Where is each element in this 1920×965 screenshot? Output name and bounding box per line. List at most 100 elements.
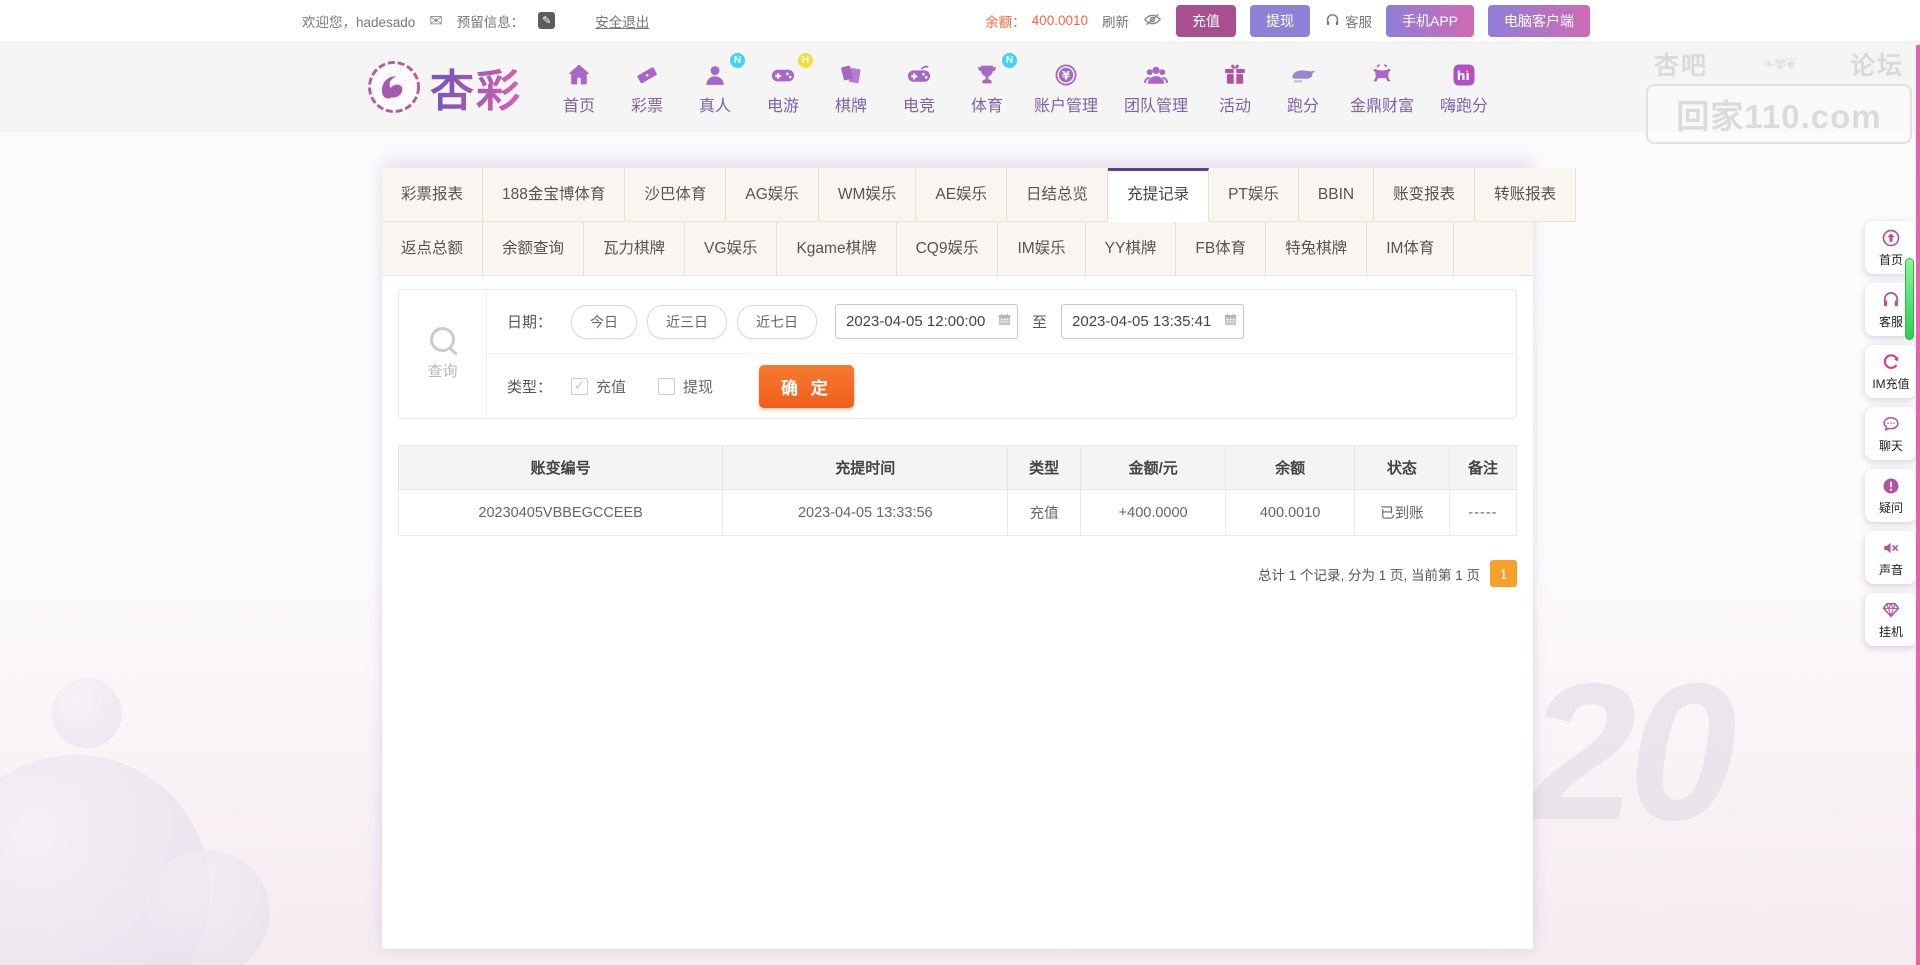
welcome-text: 欢迎您，hadesado xyxy=(302,11,415,31)
nav-item-account[interactable]: ¥ 账户管理 xyxy=(1034,59,1098,116)
calendar-icon[interactable] xyxy=(997,312,1012,332)
nav-item-lottery[interactable]: 彩票 xyxy=(626,59,668,116)
tab-item[interactable]: PT娱乐 xyxy=(1209,168,1299,222)
type-option-deposit[interactable]: 充值 xyxy=(571,376,626,397)
records-table: 账变编号 充提时间 类型 金额/元 余额 状态 备注 20230405VBBEG… xyxy=(398,445,1517,536)
cell-change-id: 20230405VBBEGCCEEB xyxy=(399,490,723,536)
topbar: 欢迎您，hadesado ✉ 预留信息： ✎ 安全退出 余额： 400.0010… xyxy=(0,0,1920,42)
tab-item[interactable]: VG娱乐 xyxy=(685,222,777,276)
nav-item-activity[interactable]: 活动 xyxy=(1214,59,1256,116)
gamepad-icon xyxy=(768,59,798,89)
nav-item-live[interactable]: N 真人 xyxy=(694,59,736,116)
lottery-ticket-icon xyxy=(632,59,662,89)
tab-item[interactable]: 彩票报表 xyxy=(382,168,483,222)
col-header-remark: 备注 xyxy=(1449,446,1516,490)
nav-item-home[interactable]: 首页 xyxy=(558,59,600,116)
nav-item-team[interactable]: 团队管理 xyxy=(1124,59,1188,116)
tab-item[interactable]: IM体育 xyxy=(1367,222,1454,276)
gift-icon xyxy=(1220,59,1250,89)
live-person-icon xyxy=(700,59,730,89)
quick-range-3days-button[interactable]: 近三日 xyxy=(647,305,727,339)
logo-text: 杏彩 xyxy=(430,55,522,119)
tab-item[interactable]: 返点总额 xyxy=(382,222,483,276)
side-item-afk[interactable]: 挂机 xyxy=(1865,593,1917,646)
tab-item[interactable]: AE娱乐 xyxy=(916,168,1007,222)
query-label: 查询 xyxy=(427,360,457,381)
tab-item[interactable]: CQ9娱乐 xyxy=(897,222,999,276)
tab-item[interactable]: 日结总览 xyxy=(1007,168,1108,222)
balance-value: 400.0010 xyxy=(1032,13,1088,28)
pc-client-button[interactable]: 电脑客户端 xyxy=(1488,5,1590,37)
quick-range-7days-button[interactable]: 近七日 xyxy=(737,305,817,339)
side-item-chat[interactable]: 聊天 xyxy=(1865,407,1917,460)
side-item-im-recharge[interactable]: IM充值 xyxy=(1865,345,1917,398)
tab-item[interactable]: FB体育 xyxy=(1176,222,1266,276)
type-label: 类型： xyxy=(507,376,561,397)
tab-item[interactable]: IM娱乐 xyxy=(998,222,1085,276)
eye-off-icon[interactable] xyxy=(1143,10,1162,32)
tab-item[interactable]: 瓦力棋牌 xyxy=(584,222,685,276)
tab-deposit-withdraw-records-active[interactable]: 充提记录 xyxy=(1108,168,1209,222)
tab-item[interactable]: BBIN xyxy=(1299,168,1374,222)
tab-item[interactable]: 特兔棋牌 xyxy=(1266,222,1367,276)
col-header-status: 状态 xyxy=(1354,446,1449,490)
nav-item-sports[interactable]: N 体育 xyxy=(966,59,1008,116)
nav-item-cards[interactable]: 棋牌 xyxy=(830,59,872,116)
esports-gamepad-icon xyxy=(904,59,934,89)
main-nav: 杏彩 首页 彩票 N 真人 H 电游 xyxy=(0,42,1920,132)
tab-item[interactable]: Kgame棋牌 xyxy=(777,222,896,276)
decor-ball xyxy=(145,850,270,965)
rhino-logo-icon xyxy=(1288,59,1318,89)
withdraw-button[interactable]: 提现 xyxy=(1250,5,1310,37)
cell-type: 充值 xyxy=(1008,490,1081,536)
date-from-input[interactable] xyxy=(835,304,1018,339)
withdraw-checkbox[interactable] xyxy=(658,378,675,395)
nav-item-wealth[interactable]: 金鼎财富 xyxy=(1350,59,1414,116)
page-1-button[interactable]: 1 xyxy=(1490,560,1517,587)
home-icon xyxy=(564,59,594,89)
tab-item[interactable]: 余额查询 xyxy=(483,222,584,276)
mobile-app-button[interactable]: 手机APP xyxy=(1386,5,1474,37)
mail-icon[interactable]: ✉ xyxy=(429,11,442,31)
refresh-link[interactable]: 刷新 xyxy=(1102,11,1129,31)
tab-item[interactable]: AG娱乐 xyxy=(726,168,818,222)
tab-item[interactable]: 账变报表 xyxy=(1374,168,1475,222)
deposit-checkbox[interactable] xyxy=(571,378,588,395)
flourish-ornament: ❧✾❦ xyxy=(1762,54,1796,74)
nav-item-esports[interactable]: 电竞 xyxy=(898,59,940,116)
nav-item-paofen[interactable]: 跑分 xyxy=(1282,59,1324,116)
mute-speaker-icon xyxy=(1881,538,1901,558)
nav-item-hipaofen[interactable]: hi 嗨跑分 xyxy=(1440,59,1488,116)
side-item-sound[interactable]: 声音 xyxy=(1865,531,1917,584)
side-item-question[interactable]: 疑问 xyxy=(1865,469,1917,522)
deposit-button[interactable]: 充值 xyxy=(1176,5,1236,37)
filter-box: 查询 日期： 今日 近三日 近七日 至 xyxy=(398,289,1517,419)
tab-item[interactable]: 188金宝博体育 xyxy=(483,168,625,222)
type-option-withdraw[interactable]: 提现 xyxy=(658,376,713,397)
cell-status: 已到账 xyxy=(1354,490,1449,536)
tabs-row-2: 返点总额 余额查询 瓦力棋牌 VG娱乐 Kgame棋牌 CQ9娱乐 IM娱乐 Y… xyxy=(382,222,1533,276)
tab-item[interactable]: WM娱乐 xyxy=(819,168,917,222)
confirm-button[interactable]: 确 定 xyxy=(759,365,854,408)
logout-link[interactable]: 安全退出 xyxy=(595,11,649,31)
table-row: 20230405VBBEGCCEEB 2023-04-05 13:33:56 充… xyxy=(399,490,1517,536)
watermark-domain: 回家110.com xyxy=(1646,84,1912,144)
tab-item[interactable]: YY棋牌 xyxy=(1086,222,1177,276)
nav-item-egame[interactable]: H 电游 xyxy=(762,59,804,116)
balance-label: 余额： xyxy=(985,11,1026,31)
site-logo[interactable]: 杏彩 xyxy=(366,55,522,119)
tab-item[interactable]: 沙巴体育 xyxy=(625,168,726,222)
tab-item[interactable]: 转账报表 xyxy=(1475,168,1576,222)
date-to-input[interactable] xyxy=(1061,304,1244,339)
trophy-icon xyxy=(972,59,1002,89)
calendar-icon[interactable] xyxy=(1223,312,1238,332)
service-link[interactable]: 客服 xyxy=(1324,11,1372,31)
edit-pencil-icon[interactable]: ✎ xyxy=(538,12,555,29)
query-side: 查询 xyxy=(399,290,487,418)
svg-text:¥: ¥ xyxy=(1062,68,1070,82)
scrollbar-thumb[interactable] xyxy=(1905,258,1914,340)
quick-range-today-button[interactable]: 今日 xyxy=(571,305,637,339)
cell-time: 2023-04-05 13:33:56 xyxy=(723,490,1008,536)
col-header-time: 充提时间 xyxy=(723,446,1008,490)
col-header-type: 类型 xyxy=(1008,446,1081,490)
